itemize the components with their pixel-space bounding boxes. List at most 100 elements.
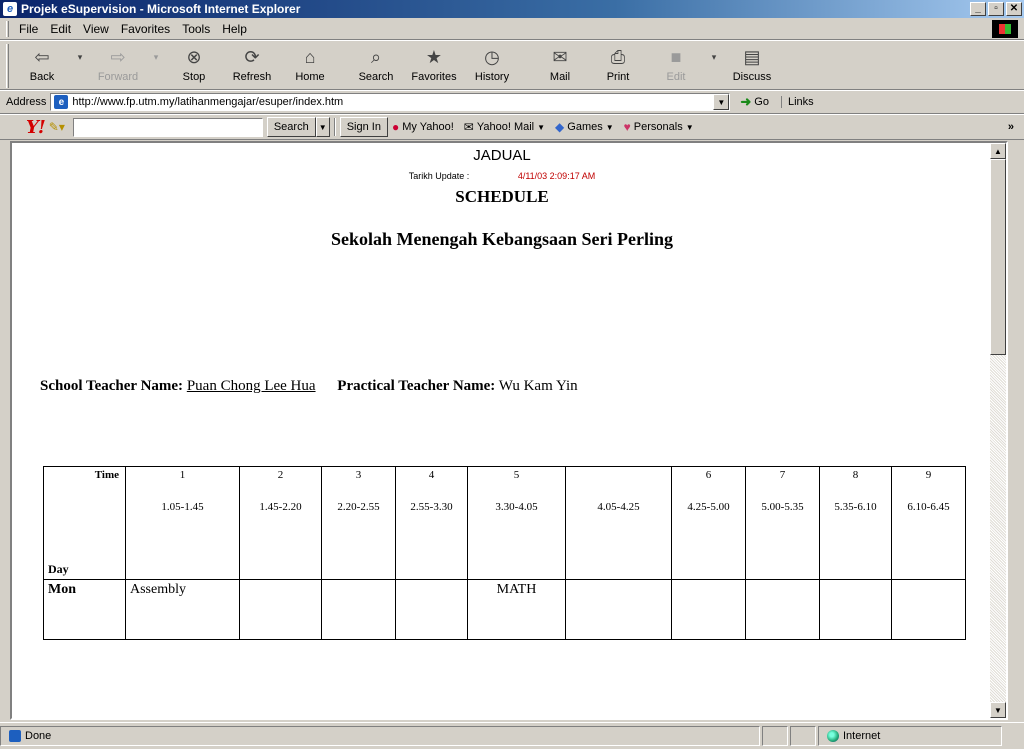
table-cell xyxy=(819,579,892,640)
links-button[interactable]: Links xyxy=(780,96,814,108)
toolbar-overflow-icon[interactable]: » xyxy=(1008,121,1014,133)
go-arrow-icon: ➜ xyxy=(740,94,752,109)
table-header-row: Time Day 1 1.05-1.45 2 1.45-2.20 3 2.20-2.5… xyxy=(43,466,966,580)
page-content: JADUAL Tarikh Update : 4/11/03 2:09:17 A… xyxy=(12,143,992,718)
back-dropdown[interactable]: ▾ xyxy=(71,41,89,89)
scroll-thumb[interactable] xyxy=(990,159,1006,355)
slot-header: 2 1.45-2.20 xyxy=(239,466,322,580)
pencil-icon[interactable]: ✎▾ xyxy=(49,120,65,134)
content-viewport: JADUAL Tarikh Update : 4/11/03 2:09:17 A… xyxy=(10,141,1008,720)
slot-header: 9 6.10-6.45 xyxy=(891,466,966,580)
menu-favorites[interactable]: Favorites xyxy=(115,22,176,36)
refresh-icon: ⟳ xyxy=(244,46,260,67)
yahoo-logo[interactable]: Y! xyxy=(26,117,46,138)
yahoo-search-dropdown[interactable]: ▼ xyxy=(315,117,330,137)
time-label: Time xyxy=(94,469,119,481)
history-icon: ◷ xyxy=(484,46,500,67)
window-title: Projek eSupervision - Microsoft Internet… xyxy=(21,2,301,16)
history-button[interactable]: ◷ History xyxy=(463,41,521,89)
table-cell xyxy=(239,579,322,640)
practical-teacher-label: Practical Teacher Name: xyxy=(337,378,496,394)
page-done-icon xyxy=(9,730,21,742)
edit-button[interactable]: ■ Edit xyxy=(647,41,705,89)
vertical-scrollbar[interactable]: ▲ ▼ xyxy=(990,143,1006,718)
slot-header: 1 1.05-1.45 xyxy=(125,466,240,580)
scroll-up-button[interactable]: ▲ xyxy=(990,143,1006,159)
table-cell xyxy=(321,579,396,640)
close-button[interactable]: ✕ xyxy=(1006,2,1022,16)
address-url[interactable]: http://www.fp.utm.my/latihanmengajar/esu… xyxy=(72,96,343,108)
discuss-icon: ▤ xyxy=(743,46,761,67)
go-button[interactable]: ➜ Go xyxy=(736,94,773,110)
print-icon: ⎙ xyxy=(610,46,626,67)
chevron-down-icon: ▼ xyxy=(537,122,546,132)
search-button[interactable]: ⌕ Search xyxy=(347,41,405,89)
stop-button[interactable]: ⊗ Stop xyxy=(165,41,223,89)
page-heading: JADUAL xyxy=(473,147,531,164)
schedule-title: SCHEDULE xyxy=(455,187,549,206)
day-label: Day xyxy=(48,562,69,576)
address-input[interactable]: e http://www.fp.utm.my/latihanmengajar/e… xyxy=(50,93,731,111)
zone-text: Internet xyxy=(843,730,881,742)
address-dropdown[interactable]: ▼ xyxy=(713,94,730,110)
scroll-down-button[interactable]: ▼ xyxy=(990,702,1006,718)
back-button[interactable]: ⇦ Back xyxy=(13,41,71,89)
practical-teacher-name: Wu Kam Yin xyxy=(498,378,578,394)
table-cell xyxy=(565,579,672,640)
chevron-down-icon: ▼ xyxy=(685,122,694,132)
time-day-header: Time Day xyxy=(43,466,126,580)
yahoo-mail-link[interactable]: ✉ Yahoo! Mail ▼ xyxy=(464,120,545,134)
menu-grip[interactable] xyxy=(6,20,9,37)
slot-header: 3 2.20-2.55 xyxy=(321,466,396,580)
yahoo-search-input[interactable] xyxy=(72,117,263,137)
print-button[interactable]: ⎙ Print xyxy=(589,41,647,89)
slot-header: 8 5.35-6.10 xyxy=(819,466,892,580)
forward-button[interactable]: ⇨ Forward xyxy=(89,41,147,89)
yahoo-search-button[interactable]: Search xyxy=(266,117,316,137)
status-panel-empty xyxy=(790,726,816,746)
menu-help[interactable]: Help xyxy=(216,22,253,36)
home-button[interactable]: ⌂ Home xyxy=(281,41,339,89)
maximize-button[interactable]: ▫ xyxy=(988,2,1004,16)
forward-arrow-icon: ⇨ xyxy=(110,46,126,67)
search-icon: ⌕ xyxy=(370,46,382,67)
menu-bar: File Edit View Favorites Tools Help xyxy=(0,18,1024,40)
slot-header: 6 4.25-5.00 xyxy=(671,466,746,580)
update-line: Tarikh Update : 4/11/03 2:09:17 AM xyxy=(12,171,992,181)
mail-icon: ✉ xyxy=(552,46,568,67)
mail-button[interactable]: ✉ Mail xyxy=(531,41,589,89)
games-link[interactable]: ◆ Games ▼ xyxy=(555,120,614,134)
toolbar-grip[interactable] xyxy=(6,44,9,88)
menu-tools[interactable]: Tools xyxy=(176,22,216,36)
edit-dropdown[interactable]: ▾ xyxy=(705,41,723,89)
menu-file[interactable]: File xyxy=(13,22,44,36)
favorites-button[interactable]: ★ Favorites xyxy=(405,41,463,89)
minimize-button[interactable]: _ xyxy=(970,2,986,16)
school-name: Sekolah Menengah Kebangsaan Seri Perling xyxy=(330,229,674,249)
yahoo-toolbar: Y! ✎▾ Search ▼ Sign In ● My Yahoo! ✉ Yah… xyxy=(0,114,1024,140)
stop-icon: ⊗ xyxy=(186,46,202,67)
chevron-down-icon: ▼ xyxy=(605,122,614,132)
sign-in-button[interactable]: Sign In xyxy=(339,117,388,137)
table-row: Mon Assembly MATH xyxy=(43,579,966,640)
forward-dropdown[interactable]: ▾ xyxy=(147,41,165,89)
menu-edit[interactable]: Edit xyxy=(44,22,77,36)
personals-link[interactable]: ♥ Personals ▼ xyxy=(624,120,694,134)
mail-icon: ✉ xyxy=(463,120,474,134)
discuss-button[interactable]: ▤ Discuss xyxy=(723,41,781,89)
standard-toolbar: ⇦ Back ▾ ⇨ Forward ▾ ⊗ Stop ⟳ Refresh ⌂ … xyxy=(0,40,1024,90)
table-cell xyxy=(395,579,468,640)
school-teacher-label: School Teacher Name: xyxy=(40,378,184,394)
address-bar: Address e http://www.fp.utm.my/latihanme… xyxy=(0,90,1024,114)
my-yahoo-link[interactable]: ● My Yahoo! xyxy=(392,120,454,134)
slot-header: 5 3.30-4.05 xyxy=(467,466,566,580)
status-panel: Done xyxy=(0,726,760,746)
toolbar-separator xyxy=(333,118,336,136)
globe-icon xyxy=(827,730,839,742)
refresh-button[interactable]: ⟳ Refresh xyxy=(223,41,281,89)
slot-header: 7 5.00-5.35 xyxy=(745,466,820,580)
page-icon: e xyxy=(54,95,69,109)
menu-view[interactable]: View xyxy=(77,22,115,36)
address-label: Address xyxy=(6,96,47,108)
home-icon: ⌂ xyxy=(304,46,316,67)
